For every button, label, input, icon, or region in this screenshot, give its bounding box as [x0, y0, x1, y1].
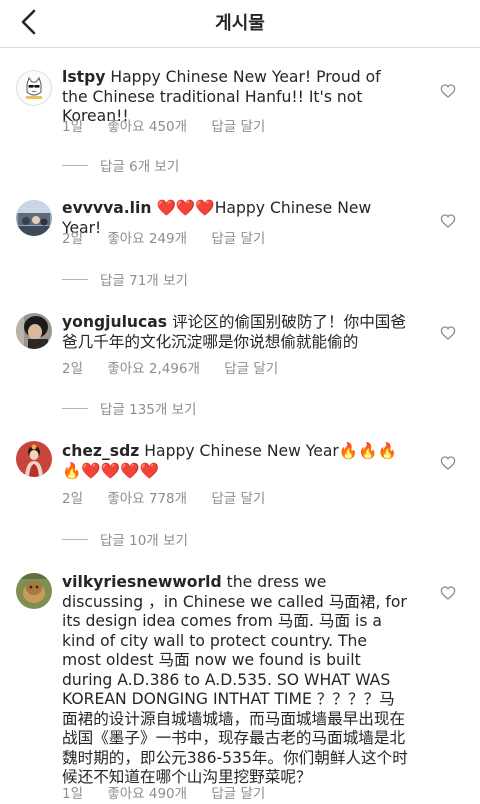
divider-line	[62, 278, 88, 280]
reply-button[interactable]: 답글 달기	[224, 361, 278, 377]
comment-time: 1일	[62, 119, 84, 135]
comment-time: 2일	[62, 361, 84, 377]
divider-line	[62, 164, 88, 166]
reply-button[interactable]: 답글 달기	[211, 491, 265, 507]
top-bar: 게시물	[0, 0, 480, 48]
comment-time: 2일	[62, 491, 84, 507]
comment-text: vilkyriesnewworld the dress we discussin…	[62, 573, 410, 788]
heart-outline-icon[interactable]	[440, 455, 456, 471]
view-replies-link[interactable]: 답글 10개 보기	[62, 529, 188, 549]
heart-outline-icon[interactable]	[440, 213, 456, 229]
avatar-image	[16, 313, 52, 349]
comment-meta: 2일 좋아요 2,496개 답글 달기	[62, 357, 298, 377]
avatar[interactable]	[16, 441, 52, 477]
avatar-image	[16, 70, 52, 106]
comment-likes[interactable]: 좋아요 249개	[107, 231, 187, 247]
page-title: 게시물	[215, 13, 265, 34]
comment-likes[interactable]: 좋아요 2,496개	[107, 361, 200, 377]
view-replies-label: 답글 10개 보기	[100, 533, 188, 549]
comment-body: the dress we discussing ，in Chinese we c…	[62, 573, 408, 786]
comment-likes[interactable]: 좋아요 778개	[107, 491, 187, 507]
comment-username[interactable]: vilkyriesnewworld	[62, 573, 222, 591]
divider-line	[62, 407, 88, 409]
comment-username[interactable]: yongjulucas	[62, 313, 167, 331]
avatar[interactable]	[16, 70, 52, 106]
comment-meta: 2일 좋아요 249개 답글 달기	[62, 227, 285, 247]
avatar-image	[16, 441, 52, 477]
comment-time: 1일	[62, 786, 84, 802]
heart-emoji-group: ❤️❤️❤️	[156, 199, 215, 217]
avatar[interactable]	[16, 200, 52, 236]
comment-likes[interactable]: 좋아요 490개	[107, 786, 187, 802]
comment-meta: 2일 좋아요 778개 답글 달기	[62, 487, 285, 507]
comment-text: chez_sdz Happy Chinese New Year🔥🔥🔥🔥❤️❤️❤…	[62, 442, 410, 481]
comment-time: 2일	[62, 231, 84, 247]
view-replies-link[interactable]: 답글 135개 보기	[62, 398, 196, 418]
comment-meta: 1일 좋아요 490개 답글 달기	[62, 782, 285, 802]
comment-body: Happy Chinese New Year	[144, 442, 339, 460]
divider-line	[62, 538, 88, 540]
reply-button[interactable]: 답글 달기	[211, 119, 265, 135]
comment-meta: 1일 좋아요 450개 답글 달기	[62, 115, 285, 135]
heart-outline-icon[interactable]	[440, 585, 456, 601]
view-replies-link[interactable]: 답글 6개 보기	[62, 155, 179, 175]
comment-likes[interactable]: 좋아요 450개	[107, 119, 187, 135]
view-replies-label: 답글 6개 보기	[100, 159, 180, 175]
heart-outline-icon[interactable]	[440, 83, 456, 99]
view-replies-label: 답글 135개 보기	[100, 402, 197, 418]
comment-username[interactable]: lstpy	[62, 68, 105, 86]
heart-outline-icon[interactable]	[440, 325, 456, 341]
avatar-image	[16, 200, 52, 236]
comment-username[interactable]: chez_sdz	[62, 442, 139, 460]
comment-username[interactable]: evvvva.lin	[62, 199, 151, 217]
avatar-image	[16, 573, 52, 609]
reply-button[interactable]: 답글 달기	[211, 231, 265, 247]
avatar[interactable]	[16, 573, 52, 609]
avatar[interactable]	[16, 313, 52, 349]
view-replies-label: 답글 71개 보기	[100, 273, 188, 289]
comment-text: yongjulucas 评论区的偷国别破防了！你中国爸爸几千年的文化沉淀哪是你说…	[62, 313, 410, 352]
reply-button[interactable]: 답글 달기	[211, 786, 265, 802]
view-replies-link[interactable]: 답글 71개 보기	[62, 269, 188, 289]
